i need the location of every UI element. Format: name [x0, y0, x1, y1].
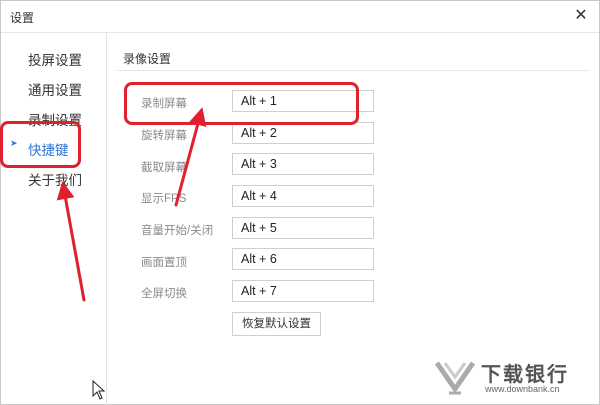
highlight-box-record-hotkey: [124, 82, 359, 125]
hotkey-label-rotate-screen: 旋转屏幕: [141, 130, 187, 142]
hotkey-input-pin-on-top[interactable]: [232, 248, 374, 270]
section-title: 录像设置: [123, 52, 172, 66]
window-title: 设置: [10, 11, 35, 25]
close-icon[interactable]: ✕: [571, 6, 591, 26]
hotkey-input-show-fps[interactable]: [232, 185, 374, 207]
hotkey-input-fullscreen-toggle[interactable]: [232, 280, 374, 302]
hotkey-input-rotate-screen[interactable]: [232, 122, 374, 144]
mouse-pointer-icon: [92, 380, 106, 400]
highlight-box-hotkeys-tab: [0, 121, 81, 168]
watermark: 下载银行 www.downbank.cn: [435, 355, 595, 400]
title-bar: 设置 ✕: [1, 1, 599, 31]
hotkey-label-pin-on-top: 画面置顶: [141, 257, 187, 269]
hotkey-label-screenshot: 截取屏幕: [141, 162, 187, 174]
watermark-url: www.downbank.cn: [485, 384, 560, 394]
hotkey-input-volume-toggle[interactable]: [232, 217, 374, 239]
reset-defaults-button[interactable]: 恢复默认设置: [232, 312, 321, 336]
sidebar-item-general-settings[interactable]: 通用设置: [28, 79, 82, 99]
watermark-brand: 下载银行: [481, 364, 569, 386]
section-divider: [117, 70, 589, 71]
hotkey-label-show-fps: 显示FPS: [141, 193, 187, 205]
sidebar-item-about-us[interactable]: 关于我们: [28, 169, 82, 189]
downbank-logo-icon: [435, 361, 475, 395]
hotkey-label-volume-toggle: 音量开始/关闭: [141, 225, 214, 237]
sidebar-item-cast-settings[interactable]: 投屏设置: [28, 49, 82, 69]
hotkey-label-fullscreen-toggle: 全屏切换: [141, 288, 187, 300]
hotkey-input-screenshot[interactable]: [232, 153, 374, 175]
